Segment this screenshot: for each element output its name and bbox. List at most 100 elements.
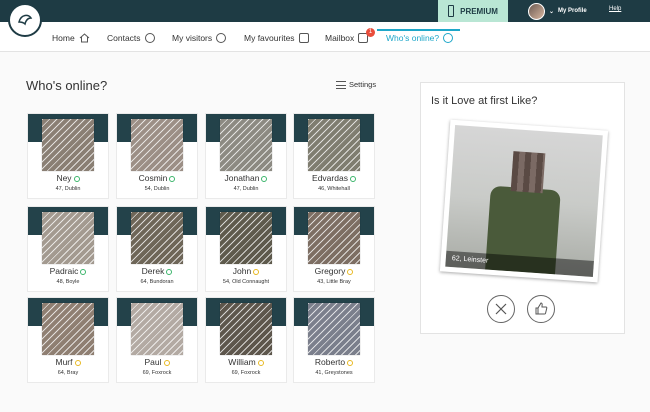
- page-title: Who's online?: [26, 78, 108, 93]
- member-photo: [131, 303, 183, 355]
- member-photo: [308, 212, 360, 264]
- member-photo: [42, 303, 94, 355]
- member-photo: [42, 119, 94, 171]
- eye-icon: [216, 33, 227, 43]
- member-card[interactable]: Edvardas 46, Whitehall: [293, 113, 375, 199]
- member-photo: [131, 119, 183, 171]
- thumbs-up-icon: [535, 302, 548, 315]
- member-info: 69, Foxrock: [231, 370, 261, 376]
- member-info: 64, Bray: [57, 370, 79, 376]
- member-name: Murf: [55, 357, 73, 367]
- status-dot-icon: [347, 268, 354, 275]
- status-dot-icon: [74, 359, 81, 366]
- member-name-row: Roberto: [294, 357, 374, 367]
- member-name-row: Padraic: [28, 266, 108, 276]
- sliders-icon: [336, 80, 346, 89]
- member-name-row: Murf: [28, 357, 108, 367]
- member-name: Paul: [144, 357, 162, 367]
- dislike-button[interactable]: [487, 295, 515, 323]
- member-name-row: William: [206, 357, 286, 367]
- member-card[interactable]: Gregory 43, Little Bray: [293, 206, 375, 292]
- member-name: Roberto: [314, 357, 346, 367]
- like-button[interactable]: [527, 295, 555, 323]
- status-dot-icon: [80, 268, 87, 275]
- nav-home[interactable]: Home: [52, 33, 90, 43]
- member-card[interactable]: Padraic 48, Boyle: [27, 206, 109, 292]
- status-dot-icon: [253, 268, 260, 275]
- settings-button[interactable]: Settings: [336, 80, 376, 89]
- status-dot-icon: [261, 175, 268, 182]
- nav-whos-online[interactable]: Who's online?: [386, 33, 454, 43]
- member-name-row: Jonathan: [206, 173, 286, 183]
- online-icon: [443, 33, 454, 43]
- status-dot-icon: [73, 175, 80, 182]
- nav-active-underline: [377, 29, 460, 31]
- site-logo[interactable]: [8, 3, 42, 37]
- nav-contacts[interactable]: Contacts: [107, 33, 155, 43]
- member-photo: [131, 212, 183, 264]
- nav-mailbox[interactable]: Mailbox: [325, 33, 369, 43]
- member-card[interactable]: Murf 64, Bray: [27, 297, 109, 383]
- member-photo: [220, 303, 272, 355]
- member-name: Ney: [56, 173, 72, 183]
- member-photo: [308, 303, 360, 355]
- settings-label: Settings: [349, 80, 377, 89]
- nav-my-favourites[interactable]: My favourites: [244, 33, 309, 43]
- member-name: Cosmin: [138, 173, 168, 183]
- member-name: John: [232, 266, 252, 276]
- status-dot-icon: [257, 359, 264, 366]
- member-info: 47, Dublin: [233, 186, 259, 192]
- member-name: Derek: [141, 266, 165, 276]
- member-info: 41, Greystones: [315, 370, 353, 376]
- candidate-blurred-face: [510, 151, 546, 194]
- member-info: 43, Little Bray: [317, 279, 351, 285]
- status-dot-icon: [166, 268, 173, 275]
- member-name: Edvardas: [312, 173, 348, 183]
- member-card[interactable]: John 54, Old Connaught: [205, 206, 287, 292]
- member-photo: [220, 119, 272, 171]
- premium-button[interactable]: PREMIUM: [438, 0, 508, 22]
- home-icon: [79, 33, 90, 43]
- member-info: 54, Dublin: [144, 186, 170, 192]
- my-profile-label: My Profile: [558, 8, 587, 14]
- premium-label: PREMIUM: [460, 6, 498, 16]
- member-info: 47, Dublin: [55, 186, 81, 192]
- love-title: Is it Love at first Like?: [431, 95, 538, 107]
- member-card[interactable]: Roberto 41, Greystones: [293, 297, 375, 383]
- help-link[interactable]: Help: [609, 6, 621, 12]
- member-info: 48, Boyle: [56, 279, 80, 285]
- close-icon: [495, 303, 507, 315]
- mailbox-badge: 1: [366, 28, 375, 37]
- premium-icon: [448, 5, 455, 17]
- member-card[interactable]: Paul 69, Foxrock: [116, 297, 198, 383]
- member-card[interactable]: William 69, Foxrock: [205, 297, 287, 383]
- member-card[interactable]: Jonathan 47, Dublin: [205, 113, 287, 199]
- nav-my-favourites-label: My favourites: [244, 33, 295, 43]
- member-photo: [42, 212, 94, 264]
- person-icon: [144, 33, 155, 43]
- member-info: 46, Whitehall: [318, 186, 350, 192]
- member-info: 54, Old Connaught: [222, 279, 270, 285]
- nav-contacts-label: Contacts: [107, 33, 141, 43]
- candidate-photo-image: 62, Leinster: [445, 125, 603, 277]
- bird-icon: [18, 14, 33, 26]
- nav-my-visitors-label: My visitors: [172, 33, 213, 43]
- member-name: Jonathan: [224, 173, 260, 183]
- nav-mailbox-label: Mailbox: [325, 33, 355, 43]
- member-card[interactable]: Ney 47, Dublin: [27, 113, 109, 199]
- member-name-row: Derek: [117, 266, 197, 276]
- member-name: William: [228, 357, 256, 367]
- candidate-photo[interactable]: 62, Leinster: [439, 119, 609, 283]
- member-photo: [220, 212, 272, 264]
- status-dot-icon: [347, 359, 354, 366]
- avatar: [528, 2, 545, 20]
- my-profile-menu[interactable]: ⌄ My Profile: [528, 2, 587, 20]
- member-card[interactable]: Derek 64, Bundoran: [116, 206, 198, 292]
- book-icon: [298, 33, 309, 43]
- member-name: Padraic: [49, 266, 79, 276]
- member-card[interactable]: Cosmin 54, Dublin: [116, 113, 198, 199]
- nav-my-visitors[interactable]: My visitors: [172, 33, 227, 43]
- member-name-row: John: [206, 266, 286, 276]
- member-name-row: Ney: [28, 173, 108, 183]
- nav-whos-online-label: Who's online?: [386, 33, 440, 43]
